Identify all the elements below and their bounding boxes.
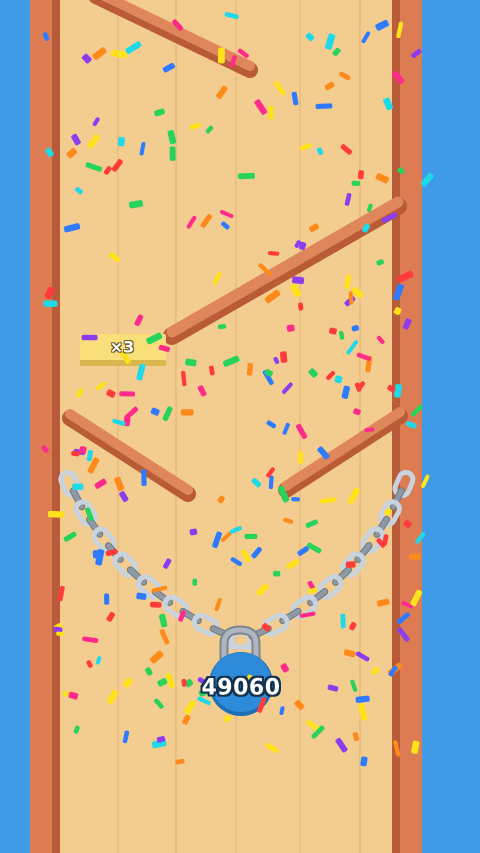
confetti-piece <box>345 561 356 568</box>
confetti-piece <box>409 553 421 560</box>
confetti-piece <box>273 570 281 577</box>
confetti-piece <box>286 324 295 332</box>
confetti-piece <box>291 496 300 502</box>
lock-counter: 49060 <box>201 675 281 701</box>
confetti-piece <box>244 533 258 540</box>
confetti-piece <box>267 251 280 256</box>
confetti-piece <box>104 593 110 605</box>
confetti-piece <box>81 334 98 341</box>
game-scene <box>30 0 434 853</box>
multiplier-label: ×3 <box>109 337 135 357</box>
left-rail-shade <box>52 0 60 853</box>
confetti-piece <box>72 483 84 490</box>
confetti-piece <box>169 146 176 161</box>
confetti-piece <box>279 351 288 363</box>
confetti-piece <box>119 391 135 397</box>
confetti-piece <box>43 300 58 308</box>
confetti-piece <box>340 613 346 629</box>
confetti-piece <box>79 446 87 454</box>
confetti-piece <box>315 103 333 109</box>
confetti-piece <box>141 469 147 487</box>
confetti-piece <box>218 47 225 64</box>
confetti-piece <box>268 105 274 120</box>
confetti-piece <box>47 510 65 518</box>
confetti-piece <box>180 409 194 416</box>
confetti-piece <box>297 451 304 464</box>
confetti-piece <box>420 172 434 187</box>
confetti-piece <box>357 170 365 180</box>
confetti-piece <box>117 136 125 147</box>
confetti-piece <box>246 362 253 376</box>
confetti-piece <box>351 180 361 186</box>
confetti-piece <box>292 276 305 285</box>
confetti-piece <box>150 601 162 608</box>
confetti-piece <box>238 172 255 180</box>
confetti-piece <box>192 578 198 586</box>
confetti-piece <box>92 550 100 559</box>
